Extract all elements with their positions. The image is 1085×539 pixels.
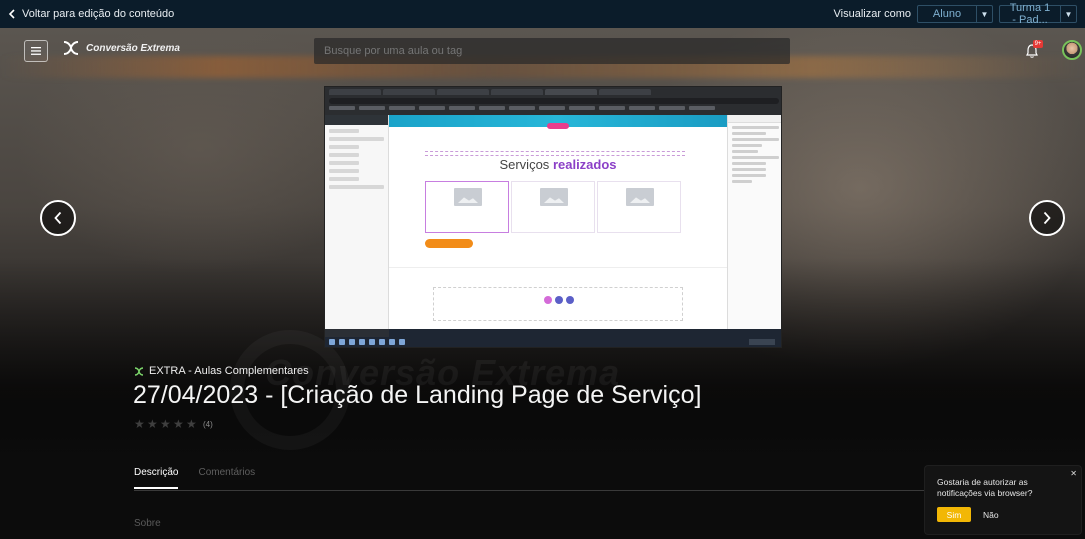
- view-as-label: Visualizar como: [833, 8, 911, 20]
- allow-notifications-button[interactable]: Sim: [937, 507, 971, 522]
- video-browser-chrome: [325, 87, 781, 115]
- video-image-card: [597, 181, 681, 233]
- video-bookmarks-bar: [329, 106, 779, 112]
- video-browser-tab: [329, 89, 381, 95]
- lesson-tabs: Descrição Comentários: [134, 467, 255, 489]
- arrow-left-icon: [54, 211, 62, 225]
- star-icon[interactable]: ★: [134, 418, 145, 430]
- star-icon[interactable]: ★: [160, 418, 171, 430]
- chevron-left-icon: [8, 9, 15, 19]
- tab-comments[interactable]: Comentários: [198, 467, 255, 489]
- star-icon[interactable]: ★: [186, 418, 197, 430]
- notification-badge: 9+: [1033, 40, 1043, 48]
- star-icon[interactable]: ★: [147, 418, 158, 430]
- notification-message: Gostaria de autorizar as notificações vi…: [937, 477, 1033, 498]
- module-name: EXTRA - Aulas Complementares: [134, 365, 309, 377]
- lesson-title: 27/04/2023 - [Criação de Landing Page de…: [133, 381, 702, 409]
- video-image-card: [425, 181, 509, 233]
- close-icon[interactable]: ✕: [1070, 469, 1077, 478]
- menu-button[interactable]: [24, 40, 48, 62]
- rating-count: (4): [203, 420, 213, 429]
- video-browser-tab: [545, 89, 597, 95]
- back-label: Voltar para edição do conteúdo: [22, 8, 175, 20]
- video-browser-tab: [491, 89, 543, 95]
- chevron-down-icon: ▼: [1060, 6, 1076, 22]
- class-select-value: Turma 1 - Pad...: [1009, 2, 1051, 26]
- avatar[interactable]: [1062, 40, 1082, 60]
- video-image-card: [511, 181, 595, 233]
- menu-icon: [31, 47, 41, 55]
- brand-logo[interactable]: Conversão Extrema: [62, 40, 180, 56]
- deny-notifications-button[interactable]: Não: [983, 510, 999, 520]
- back-to-edit-link[interactable]: Voltar para edição do conteúdo: [8, 8, 174, 20]
- previous-lesson-button[interactable]: [40, 200, 76, 236]
- video-page-canvas: Serviços realizados: [389, 115, 727, 329]
- notification-permission-popup: ✕ Gostaria de autorizar as notificações …: [925, 466, 1081, 534]
- tab-description[interactable]: Descrição: [134, 467, 179, 489]
- arrow-right-icon: [1043, 211, 1051, 225]
- next-lesson-button[interactable]: [1029, 200, 1065, 236]
- class-select[interactable]: Turma 1 - Pad... ▼: [999, 2, 1077, 26]
- chevron-down-icon: ▼: [976, 6, 992, 22]
- module-icon: [134, 366, 144, 376]
- video-taskbar: [325, 329, 781, 347]
- brand-name: Conversão Extrema: [86, 42, 180, 54]
- module-label: EXTRA - Aulas Complementares: [149, 365, 309, 377]
- video-editor-panel: [325, 115, 389, 329]
- role-select-value: Aluno: [932, 8, 962, 20]
- admin-bar: Voltar para edição do conteúdo Visualiza…: [0, 0, 1085, 28]
- lesson-rating[interactable]: ★ ★ ★ ★ ★ (4): [134, 418, 213, 430]
- video-section-heading: Serviços realizados: [499, 157, 617, 172]
- video-empty-section: [433, 287, 683, 321]
- role-select[interactable]: Aluno ▼: [917, 5, 993, 23]
- video-browser-tab: [599, 89, 651, 95]
- video-address-bar: [329, 98, 779, 104]
- logo-icon: [63, 41, 79, 55]
- video-cta-button: [425, 239, 473, 248]
- star-icon[interactable]: ★: [173, 418, 184, 430]
- lesson-video-player[interactable]: Serviços realizados: [324, 86, 782, 348]
- search-input[interactable]: [314, 38, 790, 64]
- about-heading: Sobre: [134, 518, 161, 529]
- video-browser-tab: [437, 89, 489, 95]
- video-browser-tab: [383, 89, 435, 95]
- video-navigator-panel: [727, 115, 781, 329]
